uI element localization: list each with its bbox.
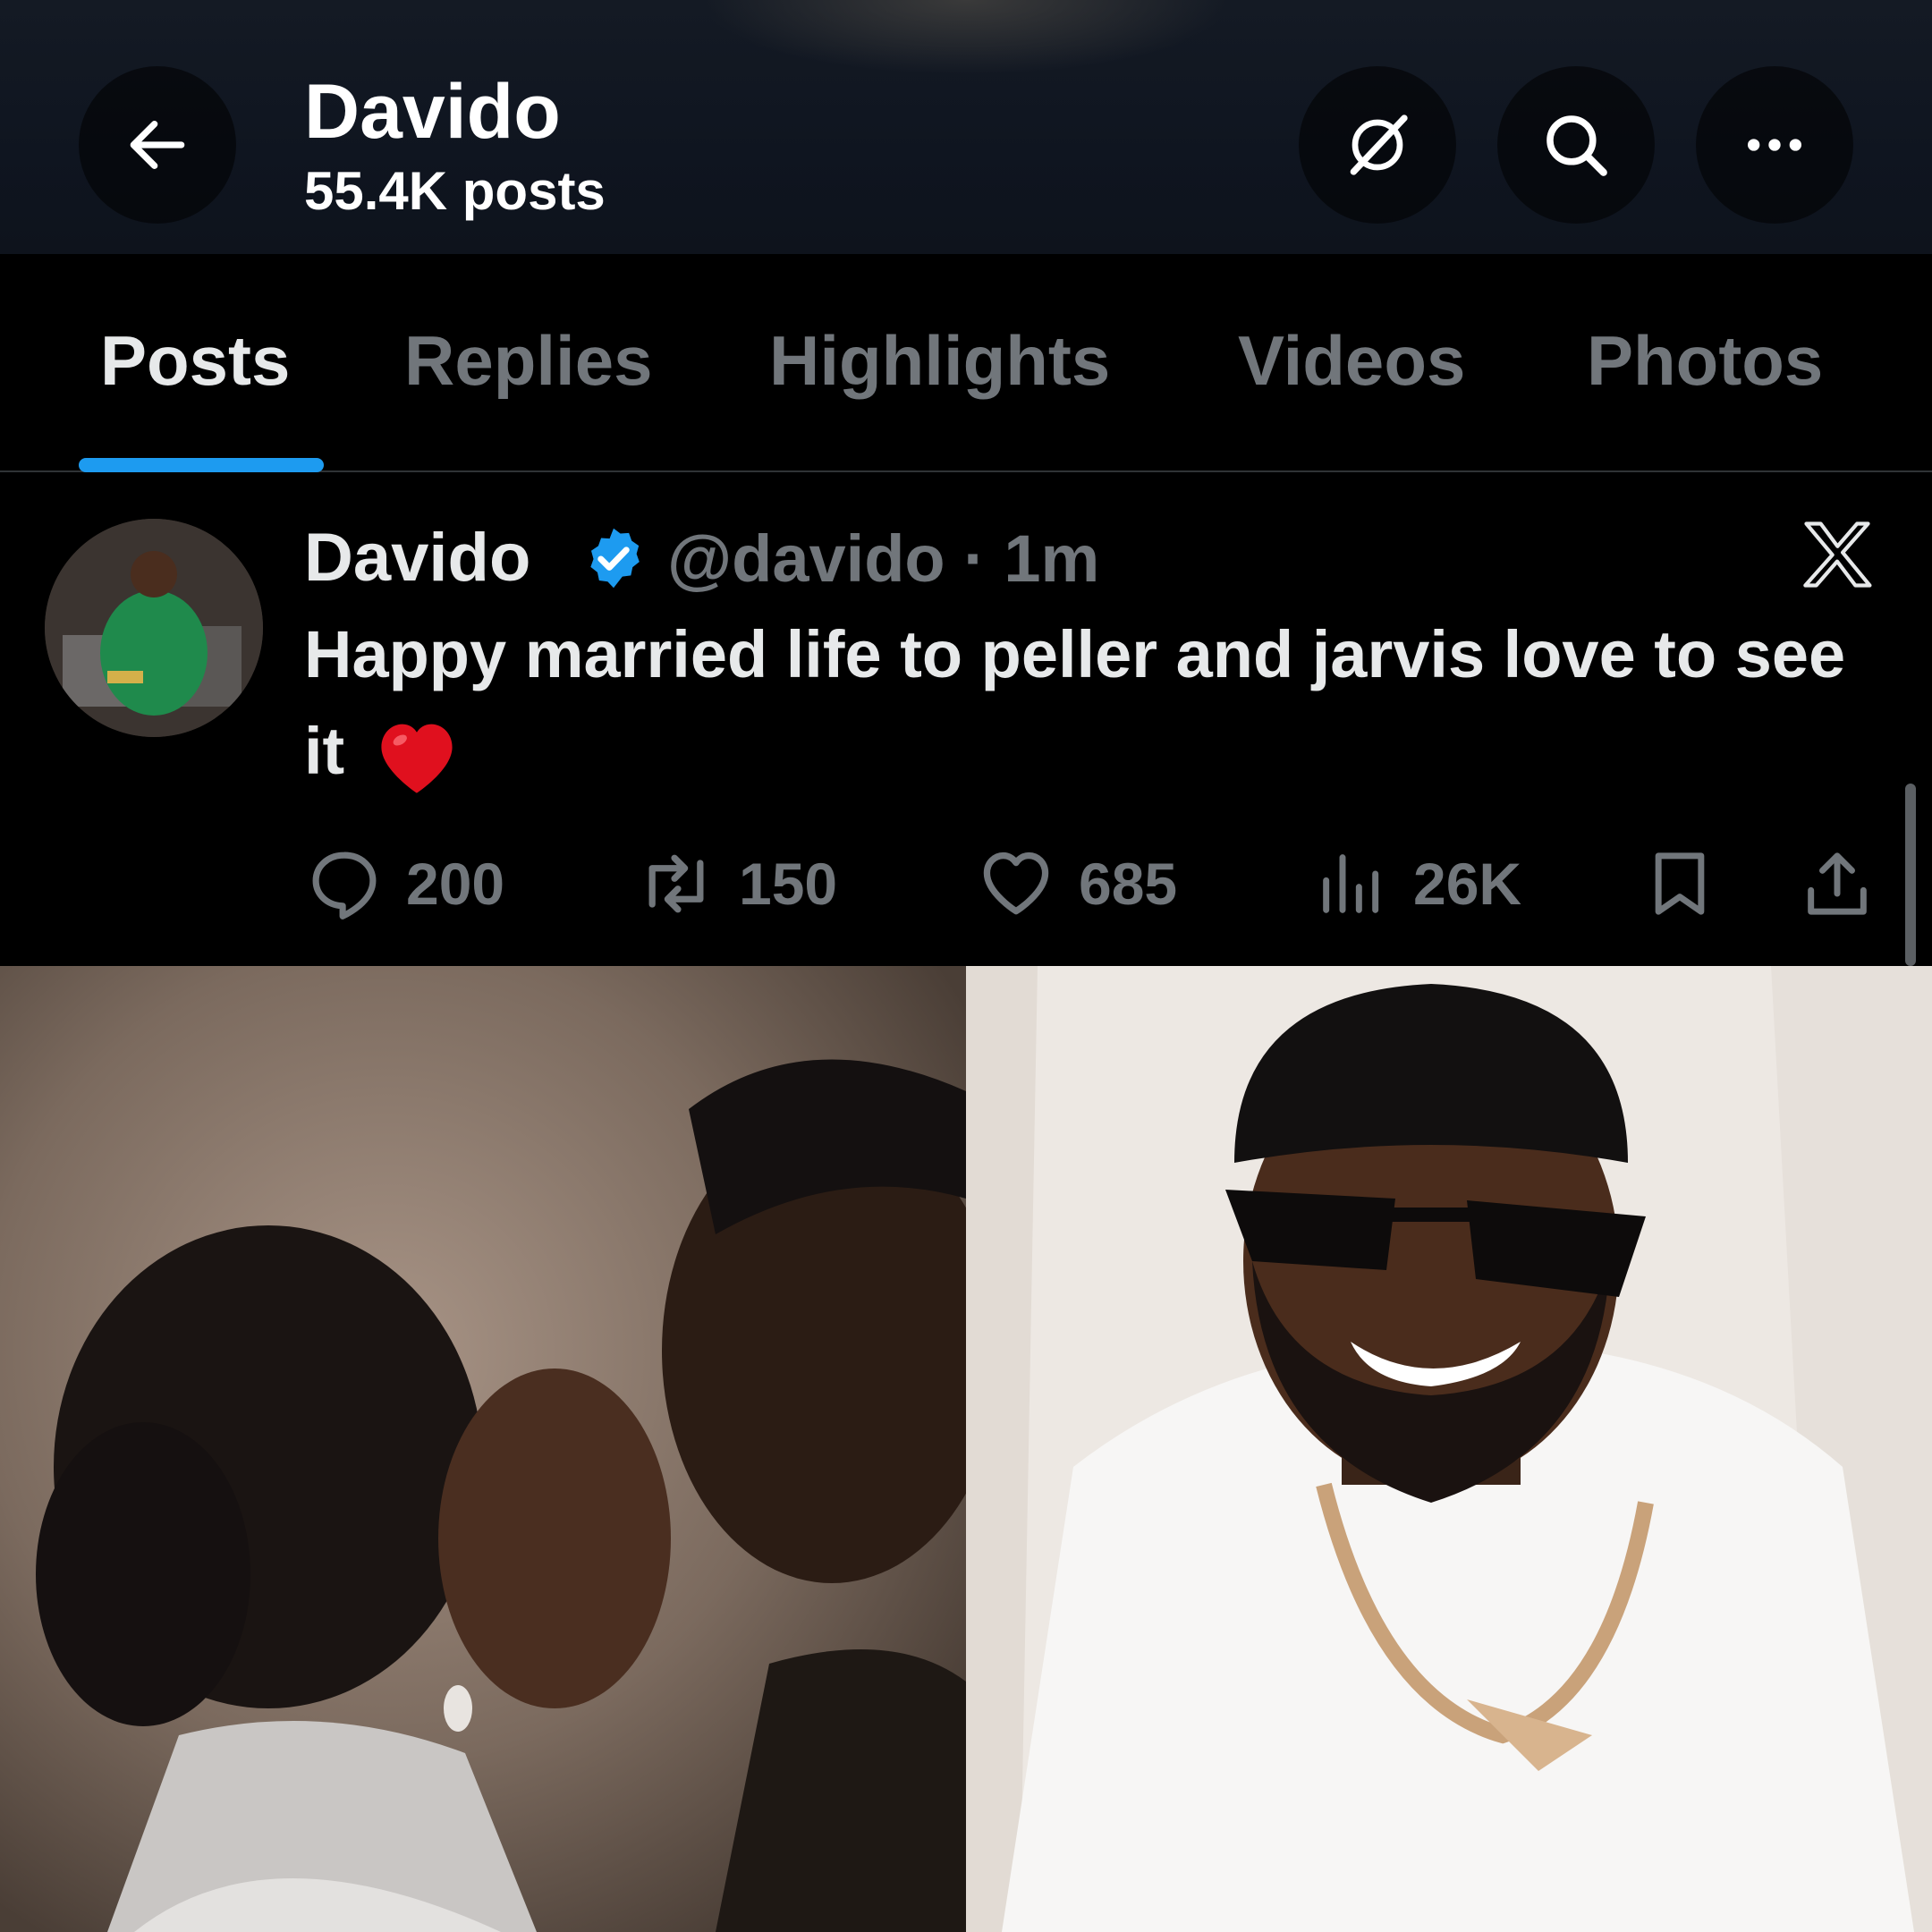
post-count: 55.4K posts — [304, 161, 606, 221]
post[interactable]: Davido @davido · 1m Happy married life t… — [0, 472, 1932, 966]
avatar-image — [45, 519, 263, 737]
profile-tabs: Posts Replies Highlights Videos Photos — [0, 254, 1932, 472]
repost-icon — [648, 854, 704, 913]
avatar[interactable] — [45, 519, 263, 737]
more-horizontal-icon — [1748, 139, 1801, 151]
tab-photos[interactable]: Photos — [1587, 326, 1823, 395]
back-button[interactable] — [79, 66, 236, 224]
tab-highlights[interactable]: Highlights — [769, 326, 1110, 395]
header-title: Davido — [304, 69, 561, 155]
verified-badge-icon — [590, 528, 640, 589]
heart-icon — [983, 852, 1049, 915]
post-actions: 200 150 685 26K — [304, 839, 1878, 928]
tab-replies[interactable]: Replies — [404, 326, 652, 395]
views-chart-icon — [1323, 854, 1379, 913]
repost-count: 150 — [739, 851, 838, 917]
wedding-couple-photo[interactable] — [0, 966, 966, 1932]
tab-videos[interactable]: Videos — [1238, 326, 1465, 395]
like-count: 685 — [1079, 851, 1178, 917]
post-handle[interactable]: @davido — [667, 521, 945, 596]
wedding-photo-illustration — [0, 966, 966, 1932]
share-icon — [1808, 852, 1867, 915]
post-body: Happy married life to peller and jarvis … — [304, 617, 1846, 788]
share-button[interactable] — [1798, 839, 1877, 928]
views-button[interactable]: 26K — [1313, 839, 1521, 928]
post-time: · 1m — [963, 521, 1100, 596]
reply-icon — [312, 852, 377, 919]
scrollbar[interactable] — [1905, 784, 1916, 966]
like-button[interactable]: 685 — [975, 839, 1177, 928]
red-heart-emoji — [381, 724, 453, 794]
active-tab-indicator — [79, 458, 324, 472]
repost-button[interactable]: 150 — [635, 839, 837, 928]
reply-button[interactable]: 200 — [304, 839, 504, 928]
post-text: Happy married life to peller and jarvis … — [304, 606, 1860, 800]
tab-posts[interactable]: Posts — [100, 326, 290, 395]
views-count: 26K — [1413, 851, 1522, 917]
bookmark-icon — [1655, 852, 1705, 915]
profile-header: Davido 55.4K posts — [0, 0, 1932, 254]
x-logo-icon — [1803, 521, 1872, 588]
search-button[interactable] — [1497, 66, 1655, 224]
bookmark-button[interactable] — [1640, 839, 1719, 928]
post-handle-time: @davido · 1m — [667, 526, 1099, 592]
arrow-left-icon — [130, 121, 185, 169]
grok-icon — [1350, 114, 1408, 175]
grok-button[interactable] — [1299, 66, 1456, 224]
post-author[interactable]: Davido — [304, 524, 530, 592]
portrait-photo-illustration — [966, 966, 1932, 1932]
more-button[interactable] — [1696, 66, 1853, 224]
davido-portrait-photo[interactable] — [966, 966, 1932, 1932]
reply-count: 200 — [406, 851, 505, 917]
search-icon — [1546, 115, 1607, 176]
